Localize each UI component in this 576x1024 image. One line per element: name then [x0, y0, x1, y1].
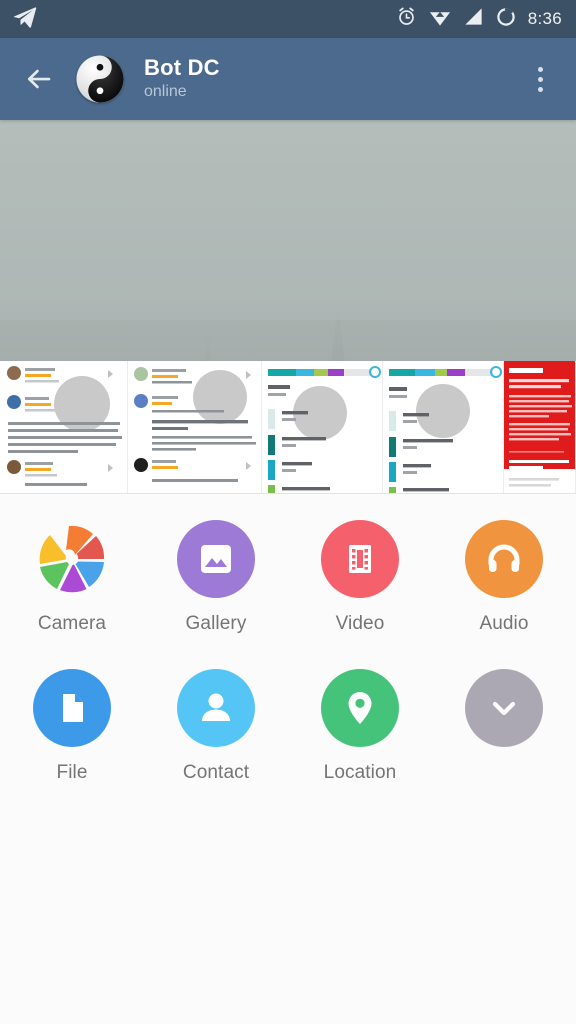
- telegram-chat-screen: 8:36 Bot DC online Camera Gallery Video …: [0, 0, 576, 1024]
- alarm-clock-icon: [396, 6, 417, 32]
- back-button[interactable]: [18, 58, 60, 100]
- wifi-icon: [428, 6, 452, 32]
- status-bar-clock: 8:36: [527, 9, 562, 28]
- attachment-photo-strip[interactable]: [0, 360, 576, 494]
- thumb-storage-manager-2[interactable]: [383, 360, 504, 493]
- attach-option-camera[interactable]: Camera: [0, 508, 144, 635]
- cell-signal-icon: [463, 6, 484, 32]
- attach-label-file: File: [56, 761, 88, 783]
- attach-label-location: Location: [323, 761, 397, 783]
- page-title: Bot DC: [144, 54, 220, 80]
- chevron-down-icon: [492, 701, 516, 715]
- storage-screenshot-preview: [262, 360, 382, 493]
- attachment-row-2: File Contact Location: [0, 657, 576, 784]
- thumb-play-store-reviews-2[interactable]: [128, 360, 262, 493]
- attach-option-gallery[interactable]: Gallery: [144, 508, 288, 635]
- chat-title-block[interactable]: Bot DC online: [144, 55, 220, 103]
- attach-option-location[interactable]: Location: [288, 657, 432, 784]
- thumb-warning-page[interactable]: [504, 360, 576, 493]
- warning-screenshot-preview: [504, 360, 575, 493]
- attach-option-video[interactable]: Video: [288, 508, 432, 635]
- document-icon: [63, 693, 83, 722]
- arrow-left-icon: [27, 69, 51, 89]
- attach-label-camera: Camera: [37, 612, 107, 634]
- attach-option-collapse[interactable]: [432, 657, 576, 784]
- review-screenshot-preview: [0, 360, 127, 493]
- attach-option-audio[interactable]: Audio: [432, 508, 576, 635]
- thumb-storage-manager-1[interactable]: [262, 360, 383, 493]
- film-strip-icon: [349, 544, 371, 573]
- chat-wallpaper: [0, 120, 576, 361]
- yin-yang-avatar: [76, 55, 124, 103]
- more-vertical-icon: [537, 76, 543, 82]
- attach-label-contact: Contact: [182, 761, 250, 783]
- attach-option-contact[interactable]: Contact: [144, 657, 288, 784]
- status-bar-left: [12, 4, 38, 35]
- chat-message-area[interactable]: No messages here yet...: [0, 120, 576, 361]
- more-vertical-icon: [537, 66, 543, 72]
- attachment-row-1: Camera Gallery Video Audio: [0, 508, 576, 635]
- more-vertical-icon: [537, 86, 543, 92]
- attach-label-audio: Audio: [479, 612, 529, 634]
- overflow-menu-button[interactable]: [518, 55, 562, 103]
- presence-status: online: [144, 83, 187, 101]
- person-icon: [202, 693, 230, 721]
- image-icon: [201, 544, 231, 573]
- map-pin-icon: [348, 691, 372, 724]
- storage-screenshot-preview: [383, 360, 503, 493]
- attach-label-video: Video: [335, 612, 385, 634]
- avatar[interactable]: [76, 55, 124, 103]
- battery-charging-circle-icon: [495, 6, 517, 33]
- attach-label-gallery: Gallery: [185, 612, 247, 634]
- status-bar: 8:36: [0, 0, 576, 38]
- attach-option-file[interactable]: File: [0, 657, 144, 784]
- telegram-send-icon: [12, 4, 38, 35]
- thumb-play-store-reviews-1[interactable]: [0, 360, 128, 493]
- headphones-icon: [488, 544, 520, 572]
- status-bar-right: 8:36: [396, 6, 562, 33]
- attachment-menu: Camera Gallery Video Audio File Contact …: [0, 493, 576, 1024]
- camera-aperture-icon: [39, 525, 105, 592]
- chat-toolbar: Bot DC online: [0, 38, 576, 120]
- review-screenshot-preview: [128, 360, 261, 493]
